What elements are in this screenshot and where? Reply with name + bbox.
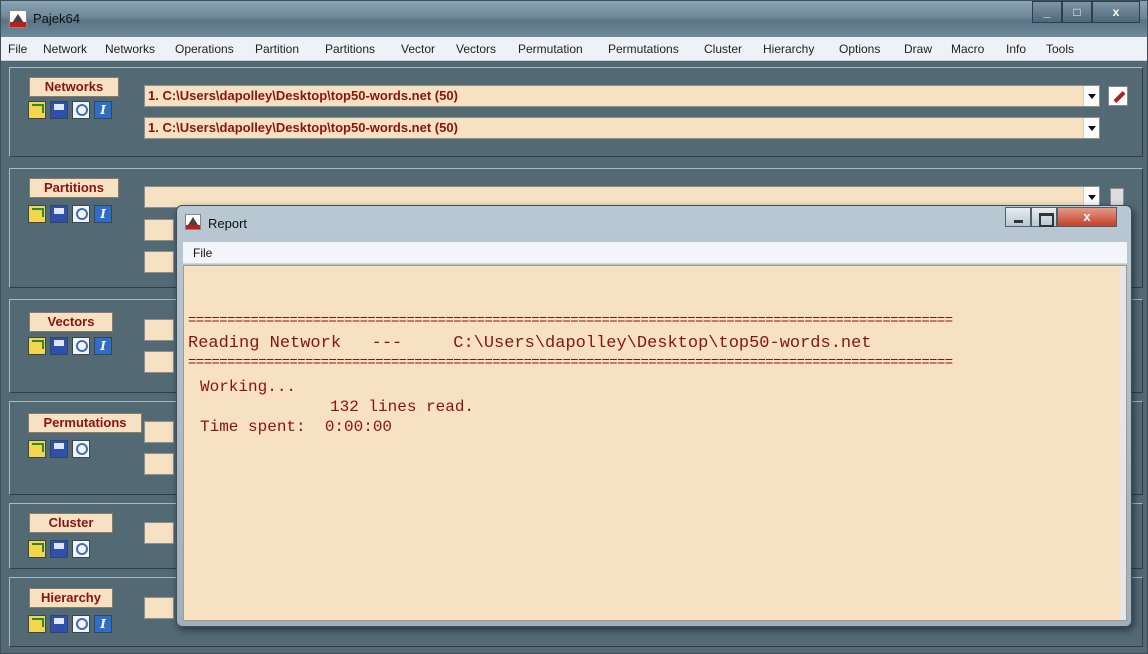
menu-info[interactable]: Info bbox=[1006, 42, 1026, 56]
menu-vector[interactable]: Vector bbox=[401, 42, 435, 56]
open-file-icon[interactable] bbox=[28, 337, 46, 355]
networks-dropdown-1-value: 1. C:\Users\dapolley\Desktop\top50-words… bbox=[148, 88, 458, 103]
open-file-icon[interactable] bbox=[28, 101, 46, 119]
open-file-icon[interactable] bbox=[28, 440, 46, 458]
report-close-button[interactable]: x bbox=[1057, 207, 1117, 227]
open-file-icon[interactable] bbox=[28, 615, 46, 633]
lines-read-line: 132 lines read. bbox=[330, 398, 475, 416]
maximize-button[interactable]: □ bbox=[1062, 1, 1092, 23]
hierarchy-label[interactable]: Hierarchy bbox=[29, 588, 113, 608]
partitions-label[interactable]: Partitions bbox=[29, 178, 119, 198]
info-icon[interactable]: I bbox=[94, 205, 112, 223]
chevron-down-icon[interactable] bbox=[1083, 187, 1099, 207]
view-icon[interactable] bbox=[72, 205, 90, 223]
minimize-button[interactable]: _ bbox=[1032, 1, 1062, 23]
networks-label[interactable]: Networks bbox=[29, 77, 119, 97]
networks-dropdown-2[interactable]: 1. C:\Users\dapolley\Desktop\top50-words… bbox=[144, 117, 1100, 139]
save-icon[interactable] bbox=[50, 440, 68, 458]
cluster-field[interactable] bbox=[144, 522, 174, 544]
save-icon[interactable] bbox=[50, 540, 68, 558]
open-file-icon[interactable] bbox=[28, 205, 46, 223]
time-spent-line: Time spent: 0:00:00 bbox=[200, 418, 393, 436]
view-icon[interactable] bbox=[72, 615, 90, 633]
vectors-field-1[interactable] bbox=[144, 319, 174, 341]
pajek-app-icon[interactable] bbox=[9, 10, 27, 28]
title-bar[interactable]: Pajek64 _ □ x bbox=[1, 1, 1147, 37]
chevron-down-icon[interactable] bbox=[1083, 86, 1099, 106]
view-icon[interactable] bbox=[72, 337, 90, 355]
menu-permutation[interactable]: Permutation bbox=[518, 42, 583, 56]
menu-partitions[interactable]: Partitions bbox=[325, 42, 375, 56]
close-button[interactable]: x bbox=[1092, 1, 1140, 23]
networks-panel: Networks I 1. C:\Users\dapolley\Desktop\… bbox=[9, 67, 1143, 157]
menu-hierarchy[interactable]: Hierarchy bbox=[763, 42, 814, 56]
separator-line-top: ========================================… bbox=[188, 313, 953, 329]
save-icon[interactable] bbox=[50, 101, 68, 119]
menu-draw[interactable]: Draw bbox=[904, 42, 932, 56]
reading-network-line: Reading Network --- C:\Users\dapolley\De… bbox=[188, 334, 872, 353]
cluster-label[interactable]: Cluster bbox=[29, 513, 113, 533]
pajek-app-icon[interactable] bbox=[185, 214, 201, 230]
menu-permutations[interactable]: Permutations bbox=[608, 42, 679, 56]
separator-line-bottom: ========================================… bbox=[188, 355, 953, 371]
menu-network[interactable]: Network bbox=[43, 42, 87, 56]
networks-dropdown-2-value: 1. C:\Users\dapolley\Desktop\top50-words… bbox=[148, 120, 458, 135]
info-icon[interactable]: I bbox=[94, 615, 112, 633]
menu-options[interactable]: Options bbox=[839, 42, 880, 56]
working-line: Working... bbox=[200, 378, 297, 396]
report-scrollbar[interactable] bbox=[1120, 266, 1126, 620]
info-icon[interactable]: I bbox=[94, 337, 112, 355]
menu-networks[interactable]: Networks bbox=[105, 42, 155, 56]
report-text-area[interactable]: ========================================… bbox=[183, 265, 1127, 621]
view-icon[interactable] bbox=[72, 440, 90, 458]
report-window[interactable]: Report x File ==========================… bbox=[176, 205, 1132, 627]
menu-tools[interactable]: Tools bbox=[1046, 42, 1074, 56]
info-icon[interactable]: I bbox=[94, 101, 112, 119]
save-icon[interactable] bbox=[50, 205, 68, 223]
menu-vectors[interactable]: Vectors bbox=[456, 42, 496, 56]
view-icon[interactable] bbox=[72, 540, 90, 558]
partitions-field-3[interactable] bbox=[144, 251, 174, 273]
vectors-label[interactable]: Vectors bbox=[29, 312, 113, 332]
vectors-field-2[interactable] bbox=[144, 351, 174, 373]
save-icon[interactable] bbox=[50, 337, 68, 355]
report-minimize-button[interactable] bbox=[1005, 207, 1031, 227]
menu-macro[interactable]: Macro bbox=[951, 42, 984, 56]
report-menu-file[interactable]: File bbox=[193, 246, 212, 260]
permutations-field-2[interactable] bbox=[144, 453, 174, 475]
view-icon[interactable] bbox=[72, 101, 90, 119]
menu-operations[interactable]: Operations bbox=[175, 42, 234, 56]
edit-pencil-icon[interactable] bbox=[1108, 86, 1128, 106]
menu-cluster[interactable]: Cluster bbox=[704, 42, 742, 56]
report-title: Report bbox=[208, 216, 248, 231]
partitions-field-2[interactable] bbox=[144, 219, 174, 241]
open-file-icon[interactable] bbox=[28, 540, 46, 558]
menu-file[interactable]: File bbox=[8, 42, 27, 56]
permutations-field-1[interactable] bbox=[144, 421, 174, 443]
permutations-label[interactable]: Permutations bbox=[28, 413, 142, 433]
hierarchy-field[interactable] bbox=[144, 597, 174, 619]
save-icon[interactable] bbox=[50, 615, 68, 633]
report-menu-bar: File bbox=[183, 242, 1127, 264]
menu-partition[interactable]: Partition bbox=[255, 42, 299, 56]
partitions-side-box[interactable] bbox=[1110, 188, 1124, 206]
networks-dropdown-1[interactable]: 1. C:\Users\dapolley\Desktop\top50-words… bbox=[144, 85, 1100, 107]
menu-bar: File Network Networks Operations Partiti… bbox=[1, 37, 1147, 61]
window-title: Pajek64 bbox=[33, 11, 80, 26]
report-maximize-button[interactable] bbox=[1031, 207, 1057, 227]
chevron-down-icon[interactable] bbox=[1083, 118, 1099, 138]
